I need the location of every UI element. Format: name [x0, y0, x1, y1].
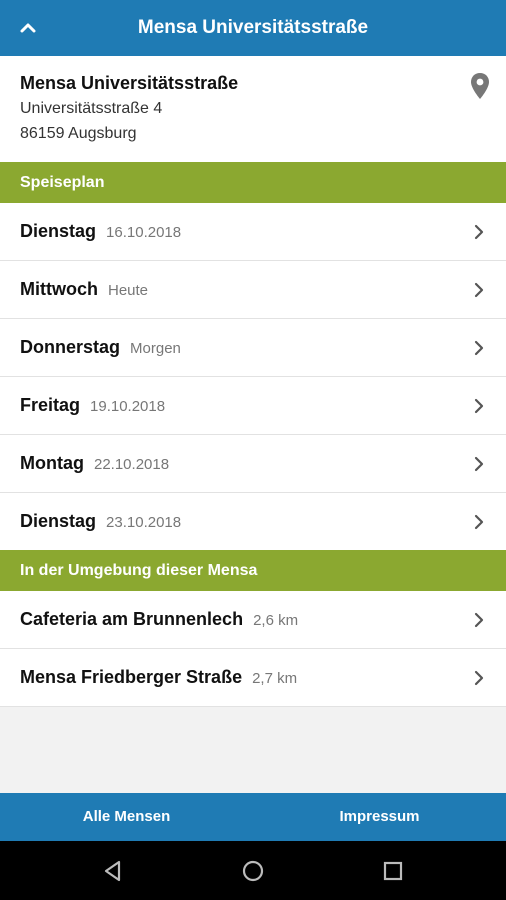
day-row[interactable]: Dienstag 23.10.2018: [0, 493, 506, 551]
app-bar: Mensa Universitätsstraße: [0, 0, 506, 56]
day-date: 23.10.2018: [106, 514, 182, 531]
day-name: Montag: [20, 453, 84, 473]
page-title: Mensa Universitätsstraße: [137, 17, 369, 38]
nearby-name: Mensa Friedberger Straße: [20, 667, 243, 687]
day-date: Heute: [108, 282, 149, 299]
nearby-distance: 2,6 km: [253, 612, 299, 629]
day-name: Donnerstag: [20, 337, 121, 357]
day-row[interactable]: Dienstag 16.10.2018: [0, 203, 506, 261]
day-date: 22.10.2018: [93, 456, 170, 473]
all-mensen-button[interactable]: Alle Mensen: [0, 793, 253, 841]
nearby-distance: 2,7 km: [252, 670, 298, 687]
section-header-nearby: In der Umgebung dieser Mensa: [0, 550, 506, 591]
day-name: Mittwoch: [20, 279, 98, 299]
mensa-name: Mensa Universitätsstraße: [20, 73, 239, 93]
impressum-button[interactable]: Impressum: [253, 793, 506, 841]
day-row[interactable]: Freitag 19.10.2018: [0, 377, 506, 435]
chevron-right-icon: [474, 224, 484, 240]
mensa-city: 86159 Augsburg: [20, 125, 137, 142]
mensa-info-card: Mensa Universitätsstraße Universitätsstr…: [0, 56, 506, 162]
day-date: 16.10.2018: [106, 224, 182, 241]
system-nav-bar: [0, 841, 506, 900]
day-name: Dienstag: [20, 221, 97, 241]
mensa-street: Universitätsstraße 4: [20, 100, 163, 117]
day-row[interactable]: Donnerstag Morgen: [0, 319, 506, 377]
chevron-right-icon: [474, 456, 484, 472]
day-row[interactable]: Montag 22.10.2018: [0, 435, 506, 493]
chevron-right-icon: [474, 340, 484, 356]
day-name: Dienstag: [20, 511, 97, 531]
day-date: Morgen: [130, 340, 181, 357]
day-date: 19.10.2018: [90, 398, 166, 415]
back-icon[interactable]: [100, 858, 126, 884]
chevron-right-icon: [474, 514, 484, 530]
home-icon[interactable]: [240, 858, 266, 884]
map-pin-icon[interactable]: [469, 72, 491, 100]
day-row[interactable]: Mittwoch Heute: [0, 261, 506, 319]
chevron-right-icon: [474, 282, 484, 298]
nearby-row[interactable]: Cafeteria am Brunnenlech 2,6 km: [0, 591, 506, 649]
day-name: Freitag: [20, 395, 81, 415]
bottom-bar: Alle Mensen Impressum: [0, 793, 506, 841]
recents-icon[interactable]: [380, 858, 406, 884]
chevron-right-icon: [474, 670, 484, 686]
chevron-right-icon: [474, 398, 484, 414]
section-header-menu: Speiseplan: [0, 162, 506, 203]
nearby-row[interactable]: Mensa Friedberger Straße 2,7 km: [0, 649, 506, 707]
chevron-right-icon: [474, 612, 484, 628]
nearby-name: Cafeteria am Brunnenlech: [20, 609, 244, 629]
